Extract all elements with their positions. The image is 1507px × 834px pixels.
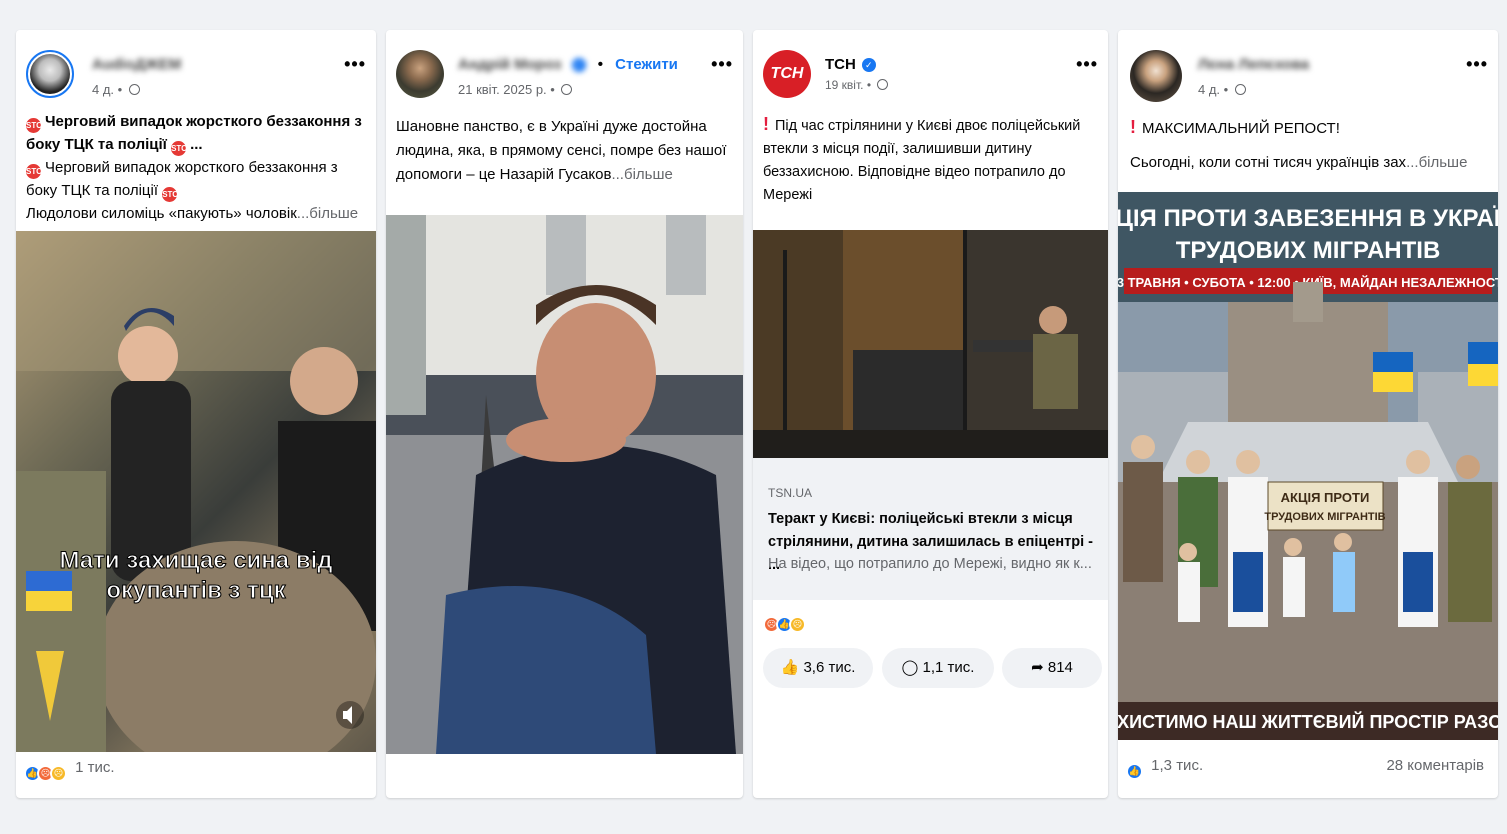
mute-icon[interactable] [336,701,364,729]
post-time[interactable]: 4 д. [1198,82,1220,97]
see-more-link[interactable]: ...більше [611,166,672,183]
poster-banner-line1: АКЦІЯ ПРОТИ [1281,490,1370,505]
tsn-logo[interactable]: ТСН [763,50,811,98]
photo-scene [753,230,1108,458]
video-scene: Мати захищає сина від окупантів з тцк [16,231,376,752]
video-caption-line1: Мати захищає сина від [60,547,333,574]
share-icon: ➦ [1031,659,1044,676]
poster-title-line1: АКЦІЯ ПРОТИ ЗАВЕЗЕННЯ В УКРАЇНУ [1118,205,1498,232]
globe-icon [1234,84,1246,95]
post-time[interactable]: 19 квіт. [825,78,863,92]
reactions-summary[interactable]: ☹ 👍 ☹ [763,610,1096,633]
post-header: ТСН ТСН ✓ 19 квіт. • ••• [763,50,1098,106]
post-card-lepekhova: Лєна Лепєхова 4 д. • ••• ! МАКСИМАЛЬНИЙ Р… [1118,30,1498,798]
verified-badge-icon: ✓ [861,58,876,72]
post-time[interactable]: 4 д. [92,82,114,97]
post-meta: 4 д. • [1198,82,1246,97]
post-video[interactable]: Мати захищає сина від окупантів з тцк [16,231,376,752]
author-name[interactable]: ТСН [825,56,856,73]
post-text: STOPЧерговий випадок жорсткого беззаконн… [26,113,362,222]
link-preview-image[interactable] [753,230,1108,458]
avatar[interactable] [396,50,444,98]
post-time[interactable]: 21 квіт. 2025 р. [458,82,547,97]
poster-banner-line2: ТРУДОВИХ МІГРАНТІВ [1264,511,1385,523]
see-more-link[interactable]: ...більше [297,205,358,222]
stop-icon: STOP [26,118,48,133]
reactions-count: 1,3 тис. [1151,757,1204,774]
post-text: Шановне панство, є в Україні дуже достой… [396,118,727,183]
post-header: Лєна Лепєхова 4 д. • ••• [1128,50,1488,106]
sad-reaction-icon: ☹ [789,616,806,633]
like-reaction-icon: 👍 [1126,763,1143,780]
post-header: Андрій Мороз ✓ • Стежити 21 квіт. 2025 р… [396,50,733,106]
poster-title-line2: ТРУДОВИХ МІГРАНТІВ [1176,237,1441,264]
globe-icon [128,84,140,95]
video-caption-line2: окупантів з тцк [106,577,286,604]
like-button[interactable]: 👍 3,6 тис. [763,648,873,688]
avatar[interactable] [26,50,74,98]
comment-icon: ◯ [901,659,919,676]
post-meta: 19 квіт. • [825,78,889,92]
post-card-moroz: Андрій Мороз ✓ • Стежити 21 квіт. 2025 р… [386,30,743,798]
author-line: Андрій Мороз ✓ • Стежити [458,56,678,73]
more-options-icon[interactable]: ••• [344,54,366,75]
sad-reaction-icon: ☹ [50,765,67,782]
reactions-summary[interactable]: 👍 ☹ ☹ 1 тис. [24,759,364,782]
more-options-icon[interactable]: ••• [1466,54,1488,75]
poster-scene: АКЦІЯ ПРОТИ ЗАВЕЗЕННЯ В УКРАЇНУ ТРУДОВИХ… [1118,192,1498,740]
post-poster[interactable]: АКЦІЯ ПРОТИ ЗАВЕЗЕННЯ В УКРАЇНУ ТРУДОВИХ… [1118,192,1498,740]
see-more-link[interactable]: ...більше [1406,154,1467,171]
avatar[interactable] [1130,50,1182,102]
photo-scene [386,215,743,754]
author-line: ТСН ✓ [825,56,876,73]
link-domain: TSN.UA [768,486,813,500]
verified-badge-icon: ✓ [571,58,586,72]
stop-icon: STOP [162,187,184,202]
globe-icon [877,79,889,90]
author-name[interactable]: Лєна Лепєхова [1198,56,1309,73]
stop-icon: STOP [171,141,193,156]
post-header: AudioДЖЕМ 4 д. • ••• [26,50,366,106]
post-text: ! Під час стрілянини у Києві двоє поліцей… [763,114,1081,203]
follow-link[interactable]: Стежити [615,56,678,73]
thumbs-up-icon: 👍 [780,659,800,676]
reactions-count: 1 тис. [75,759,115,776]
comments-count[interactable]: 28 коментарів [1386,757,1484,774]
more-options-icon[interactable]: ••• [711,54,733,75]
post-card-audiojem: AudioДЖЕМ 4 д. • ••• STOPЧерговий випадо… [16,30,376,798]
exclamation-icon: ! [1130,117,1136,137]
link-preview-info[interactable]: TSN.UA Теракт у Києві: поліцейські втекл… [753,458,1108,600]
link-description: На відео, що потрапило до Мережі, видно … [768,556,1092,572]
share-button[interactable]: ➦ 814 [1002,648,1102,688]
author-name[interactable]: Андрій Мороз [458,56,561,73]
post-photo[interactable] [386,215,743,754]
post-meta: 21 квіт. 2025 р. • [458,82,573,97]
post-card-tsn: ТСН ТСН ✓ 19 квіт. • ••• ! Під час стрілян… [753,30,1108,798]
post-text: ! МАКСИМАЛЬНИЙ РЕПОСТ! Сьогодні, коли сот… [1130,117,1468,171]
globe-icon [561,84,573,95]
more-options-icon[interactable]: ••• [1076,54,1098,75]
exclamation-icon: ! [763,114,769,134]
stop-icon: STOP [26,164,48,179]
poster-footer: ЗАХИСТИМО НАШ ЖИТТЄВИЙ ПРОСТІР РАЗОМ! [1118,711,1498,732]
author-name[interactable]: AudioДЖЕМ [92,56,181,73]
post-meta: 4 д. • [92,82,140,97]
comment-button[interactable]: ◯ 1,1 тис. [882,648,994,688]
